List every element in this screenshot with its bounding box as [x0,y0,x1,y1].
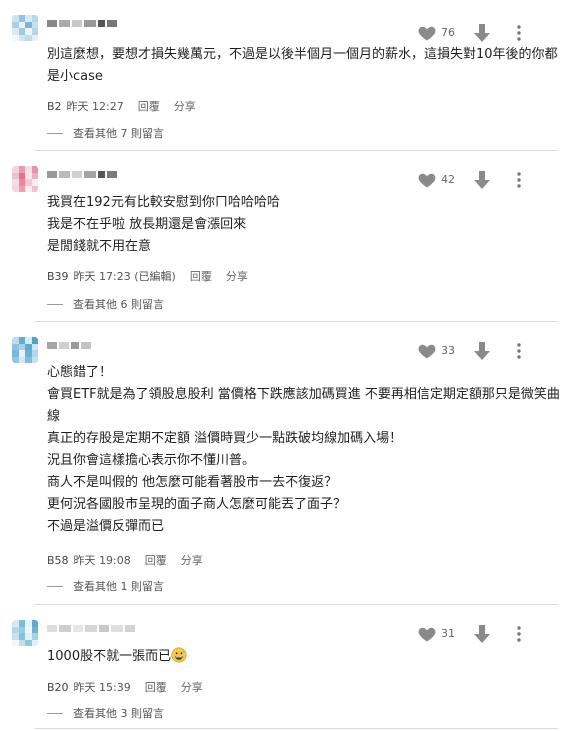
reply-button[interactable]: 回覆 [190,268,212,284]
divider-dash [47,712,63,714]
avatar-pixel [31,356,38,363]
comment-line: 是小case [47,69,103,84]
avatar[interactable] [12,166,38,192]
more-vertical-icon[interactable] [513,23,525,43]
like-count: 42 [441,173,455,186]
view-more-replies[interactable]: 查看其他 3 則留言 [47,705,164,721]
share-button[interactable]: 分享 [174,98,196,114]
username-pixelated[interactable] [47,621,137,635]
like-count: 33 [441,344,455,357]
divider [35,728,558,729]
comment-body: 心態錯了！ 會買ETF就是為了領股息股利 當價格下跌應該加碼買進 不要再相信定期… [47,362,560,538]
reply-button[interactable]: 回覆 [145,552,167,568]
share-button[interactable]: 分享 [181,552,203,568]
username-pixelated[interactable] [47,167,117,181]
heart-icon[interactable] [417,341,437,361]
comment-line: 我買在192元有比較安慰到你ㄇ哈哈哈哈 [47,195,280,210]
comment-line: 不過是溢價反彈而已 [47,519,165,534]
view-more-replies[interactable]: 查看其他 1 則留言 [47,578,164,594]
comment-line: 商人不是叫假的 他怎麼可能看著股市一去不復返？ [47,475,338,490]
comment-line: 況且你會這樣擔心表示你不懂川普。 [47,453,256,468]
avatar-pixel [31,34,38,41]
comment-actions: 76 [417,23,567,43]
comment-line: 是閒錢就不用在意 [47,239,152,254]
divider-dash [47,303,63,305]
comment-line: 心態錯了！ [47,365,113,380]
reply-button[interactable]: 回覆 [145,679,167,695]
more-replies-label: 查看其他 6 則留言 [73,298,164,311]
timestamp: 昨天 19:08 [73,554,131,567]
comment-actions: 42 [417,170,567,190]
heart-icon[interactable] [417,23,437,43]
comment-meta: B39 昨天 17:23 (已編輯) 回覆 分享 [47,268,248,284]
divider [35,150,558,151]
timestamp: 昨天 15:39 [73,681,131,694]
comment-line: 會買ETF就是為了領股息股利 當價格下跌應該加碼買進 不要再相信定期定額那只是微… [47,387,560,402]
floor-number: B2 [47,99,62,113]
comment-meta: B20 昨天 15:39 回覆 分享 [47,679,203,695]
more-vertical-icon[interactable] [513,341,525,361]
comment-line: 真正的存股是定期不定額 溢價時買少一點跌破均線加碼入場！ [47,431,403,446]
view-more-replies[interactable]: 查看其他 6 則留言 [47,296,164,312]
arrow-down-icon[interactable] [473,23,491,43]
reply-button[interactable]: 回覆 [138,98,160,114]
divider-dash [47,585,63,587]
comment-body: 1000股不就一張而已 [47,646,557,668]
divider-dash [47,132,63,134]
comment-body: 別這麼想，要想才損失幾萬元，不過是以後半個月一個月的薪水，這損失對10年後的你都… [47,44,558,88]
comment-line: 別這麼想，要想才損失幾萬元，不過是以後半個月一個月的薪水，這損失對10年後的你都 [47,47,558,62]
timestamp: 昨天 17:23 (已編輯) [73,270,176,283]
comment-meta: B58 昨天 19:08 回覆 分享 [47,552,203,568]
more-replies-label: 查看其他 3 則留言 [73,707,164,720]
comment-actions: 33 [417,341,567,361]
view-more-replies[interactable]: 查看其他 7 則留言 [47,125,164,141]
username-pixelated[interactable] [47,338,97,352]
avatar[interactable] [12,620,38,646]
avatar-pixel [31,639,38,646]
comment-line: 更何況各國股市呈現的面子商人怎麼可能丟了面子？ [47,497,347,512]
timestamp: 昨天 12:27 [66,100,124,113]
comment-actions: 31 [417,624,567,644]
heart-icon[interactable] [417,624,437,644]
grinning-face-with-sweat-icon [171,647,187,663]
comment-meta: B2 昨天 12:27 回覆 分享 [47,98,196,114]
arrow-down-icon[interactable] [473,624,491,644]
more-replies-label: 查看其他 7 則留言 [73,127,164,140]
avatar-pixel [31,185,38,192]
comment-line: 線 [47,409,61,424]
share-button[interactable]: 分享 [226,268,248,284]
more-vertical-icon[interactable] [513,170,525,190]
comment-body: 我買在192元有比較安慰到你ㄇ哈哈哈哈 我是不在乎啦 放長期還是會漲回來 是閒錢… [47,192,557,258]
divider [35,321,558,322]
like-count: 31 [441,627,455,640]
arrow-down-icon[interactable] [473,341,491,361]
floor-number: B58 [47,553,69,567]
floor-number: B20 [47,680,69,694]
arrow-down-icon[interactable] [473,170,491,190]
avatar[interactable] [12,337,38,363]
comment-line-text: 1000股不就一張而已 [47,649,172,664]
like-count: 76 [441,26,455,39]
divider [35,604,558,605]
share-button[interactable]: 分享 [181,679,203,695]
more-replies-label: 查看其他 1 則留言 [73,580,164,593]
comment-line: 我是不在乎啦 放長期還是會漲回來 [47,217,247,232]
floor-number: B39 [47,269,69,283]
username-pixelated[interactable] [47,16,117,30]
avatar[interactable] [12,15,38,41]
heart-icon[interactable] [417,170,437,190]
more-vertical-icon[interactable] [513,624,525,644]
comment-line: 1000股不就一張而已 [47,646,557,668]
